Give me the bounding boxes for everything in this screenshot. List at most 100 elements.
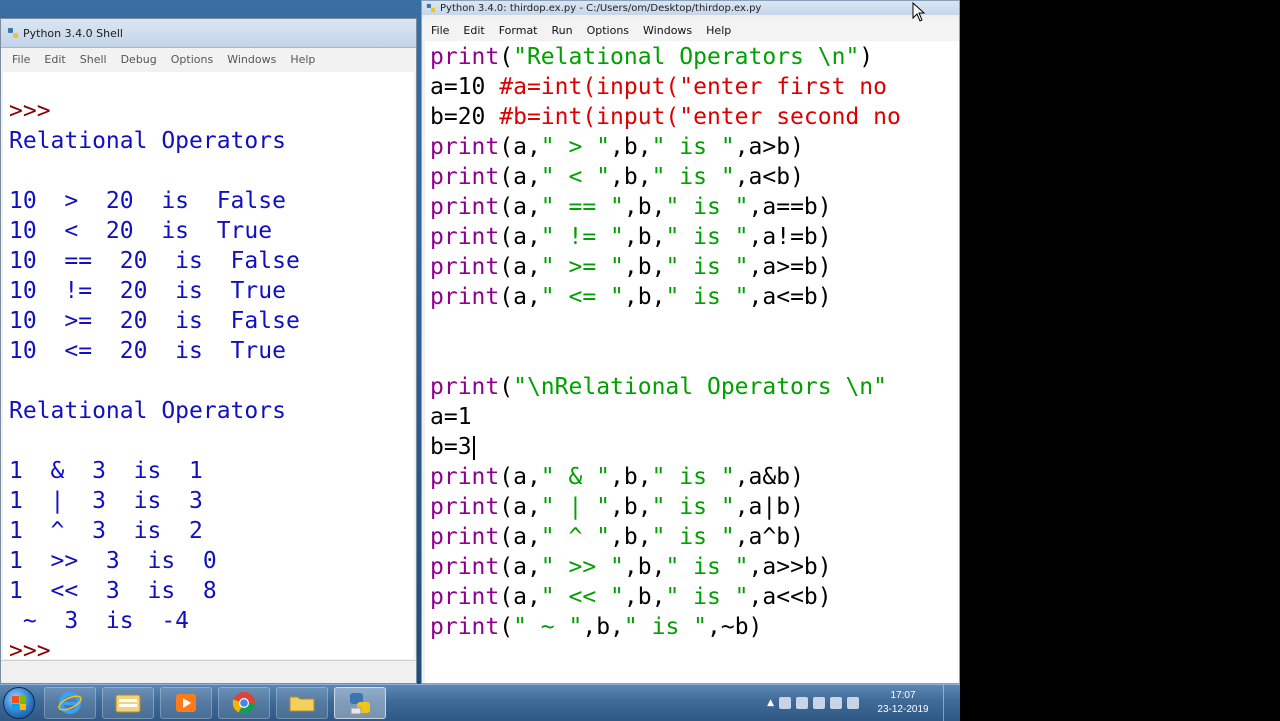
show-hidden-icons-icon[interactable]: ▲ xyxy=(767,698,774,708)
taskbar-app-media-player[interactable] xyxy=(160,687,212,719)
shell-output-line: >>> xyxy=(9,96,414,126)
code-token: (a, xyxy=(499,584,541,610)
shell-output-line: 10 == 20 is False xyxy=(9,246,414,276)
code-token: ,~b) xyxy=(707,614,763,640)
code-token: (a, xyxy=(499,164,541,190)
code-token: " is " xyxy=(651,464,735,490)
shell-output-line: 1 | 3 is 3 xyxy=(9,486,414,516)
file-explorer-icon xyxy=(115,694,141,713)
code-token: " >> " xyxy=(540,554,624,580)
shell-menu-debug[interactable]: Debug xyxy=(114,53,164,66)
code-token: ,b, xyxy=(623,584,666,610)
mouse-cursor-icon xyxy=(912,2,926,22)
editor-menu-run[interactable]: Run xyxy=(545,24,580,37)
code-token: ( xyxy=(499,614,514,640)
code-token: " < " xyxy=(540,164,611,190)
code-token: (a, xyxy=(499,554,541,580)
taskbar-app-python-idle[interactable] xyxy=(334,687,386,719)
taskbar-app-chrome[interactable] xyxy=(218,687,270,719)
editor-window[interactable]: Python 3.4.0: thirdop.ex.py - C:/Users/o… xyxy=(421,0,960,684)
taskbar-app-folder[interactable] xyxy=(276,687,328,719)
shell-menu-bar: File Edit Shell Debug Options Windows He… xyxy=(1,48,416,70)
editor-title-bar[interactable]: Python 3.4.0: thirdop.ex.py - C:/Users/o… xyxy=(422,1,959,15)
code-editor-area[interactable]: print("Relational Operators \n") a=10 #a=… xyxy=(425,41,959,683)
code-token: Relational Operators xyxy=(9,128,286,154)
network-icon[interactable] xyxy=(813,697,825,709)
python-icon xyxy=(350,693,370,715)
editor-menu-file[interactable]: File xyxy=(424,24,456,37)
shell-output-line: 1 ^ 3 is 2 xyxy=(9,516,414,546)
shell-output-line: 10 >= 20 is False xyxy=(9,306,414,336)
code-token: " is " xyxy=(651,164,735,190)
code-token: #b=int(input("enter second no xyxy=(499,104,901,130)
code-token: 1 ^ 3 is 2 xyxy=(9,518,203,544)
taskbar-clock[interactable]: 17:07 23-12-2019 xyxy=(872,689,934,717)
power-icon[interactable] xyxy=(847,697,859,709)
chrome-icon xyxy=(232,692,255,714)
taskbar-app-file-explorer[interactable] xyxy=(102,687,154,719)
python-shell-window[interactable]: Python 3.4.0 Shell File Edit Shell Debug… xyxy=(0,18,417,684)
code-line: print("\nRelational Operators \n" xyxy=(430,372,959,402)
code-token: " is " xyxy=(665,554,749,580)
desktop: Python 3.4.0 Shell File Edit Shell Debug… xyxy=(0,0,960,720)
code-line: print(a," < ",b," is ",a<b) xyxy=(430,162,959,192)
system-tray: ▲ 17:07 23-12-2019 xyxy=(767,685,960,721)
volume-icon[interactable] xyxy=(830,697,842,709)
code-token: " is " xyxy=(651,524,735,550)
code-token: " > " xyxy=(540,134,611,160)
code-token: ,b, xyxy=(623,554,666,580)
editor-menu-edit[interactable]: Edit xyxy=(456,24,491,37)
code-token: print xyxy=(430,164,500,190)
code-token: ,a<=b) xyxy=(748,284,832,310)
editor-menu-help[interactable]: Help xyxy=(699,24,738,37)
code-line: print(a," >> ",b," is ",a>>b) xyxy=(430,552,959,582)
shell-menu-edit[interactable]: Edit xyxy=(37,53,72,66)
editor-menu-format[interactable]: Format xyxy=(492,24,545,37)
code-token: ,b, xyxy=(623,254,666,280)
code-token: ,b, xyxy=(623,284,666,310)
code-token: print xyxy=(430,524,500,550)
code-token: " is " xyxy=(665,284,749,310)
show-desktop-button[interactable] xyxy=(943,685,954,721)
code-token: "\nRelational Operators \n" xyxy=(513,374,887,400)
shell-menu-shell[interactable]: Shell xyxy=(73,53,114,66)
code-token: print xyxy=(430,254,500,280)
code-token: 1 >> 3 is 0 xyxy=(9,548,217,574)
shell-title-bar[interactable]: Python 3.4.0 Shell xyxy=(1,19,416,48)
code-token: " & " xyxy=(540,464,611,490)
code-token: " ~ " xyxy=(513,614,583,640)
code-token: ,b, xyxy=(623,194,666,220)
shell-menu-windows[interactable]: Windows xyxy=(220,53,283,66)
shell-menu-options[interactable]: Options xyxy=(164,53,220,66)
editor-menu-options[interactable]: Options xyxy=(580,24,636,37)
code-token: ( xyxy=(499,374,514,400)
code-token: a=1 xyxy=(430,404,472,430)
editor-menu-windows[interactable]: Windows xyxy=(636,24,699,37)
code-token: ,b, xyxy=(610,464,652,490)
code-token: >>> xyxy=(9,98,51,124)
action-center-icon[interactable] xyxy=(796,697,808,709)
start-button[interactable] xyxy=(0,685,38,721)
shell-output-area[interactable]: >>> Relational Operators 10 > 20 is False 1… xyxy=(3,72,414,659)
shell-output-line xyxy=(9,426,414,456)
editor-text: print("Relational Operators \n") a=10 #a=… xyxy=(425,41,959,642)
code-token: ,b, xyxy=(623,224,666,250)
code-token: " is " xyxy=(665,254,749,280)
code-token: print xyxy=(430,464,500,490)
internet-explorer-icon xyxy=(58,692,82,714)
code-token: print xyxy=(430,224,500,250)
code-token: print xyxy=(430,584,500,610)
python-icon xyxy=(8,28,18,38)
shell-menu-help[interactable]: Help xyxy=(283,53,322,66)
taskbar-app-internet-explorer[interactable] xyxy=(44,687,96,719)
code-token: ,a|b) xyxy=(734,494,804,520)
windows-logo-icon xyxy=(3,687,35,719)
shell-menu-file[interactable]: File xyxy=(5,53,37,66)
code-token: ,a>b) xyxy=(734,134,804,160)
code-line: print(a," <= ",b," is ",a<=b) xyxy=(430,282,959,312)
code-token: (a, xyxy=(499,224,541,250)
network-flag-icon[interactable] xyxy=(779,697,791,709)
code-token: " is " xyxy=(665,194,749,220)
shell-output-line: 1 & 3 is 1 xyxy=(9,456,414,486)
